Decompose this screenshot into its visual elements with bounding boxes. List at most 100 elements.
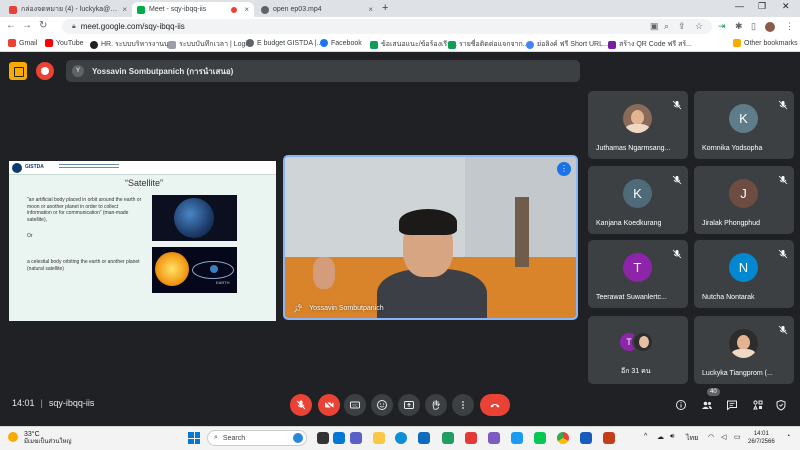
tab-video[interactable]: open ep03.mp4 × — [256, 2, 378, 17]
close-window-icon[interactable]: ✕ — [782, 1, 790, 12]
people-icon[interactable] — [700, 398, 714, 412]
task-view-icon[interactable] — [317, 432, 329, 444]
participant-tile[interactable]: J Jiralak Phongphud — [694, 166, 794, 234]
volume-icon[interactable]: ◁ — [721, 433, 726, 441]
weather-temp: 33°C — [24, 431, 40, 438]
participant-tile[interactable]: N Nutcha Nontarak — [694, 240, 794, 308]
reload-icon[interactable]: ↻ — [39, 20, 47, 31]
notification-icon[interactable]: ◔ — [786, 433, 790, 440]
more-options-icon[interactable]: ⋮ — [557, 162, 571, 176]
app-icon[interactable] — [442, 432, 454, 444]
bookmark-shorturl[interactable]: ย่อลิงค์ ฟรี Short URL... — [526, 39, 609, 50]
speaker-hand — [313, 257, 335, 289]
close-tab-icon[interactable]: × — [244, 5, 249, 14]
clock-date: 26/7/2566 — [748, 439, 775, 446]
back-icon[interactable]: ← — [6, 20, 16, 31]
new-tab-button[interactable]: + — [382, 2, 388, 14]
app-icon[interactable] — [488, 432, 500, 444]
widgets-icon[interactable] — [333, 432, 345, 444]
address-bar: ← → ↻ 🔒︎ meet.google.com/sqy-ibqq-iis ▣ … — [0, 17, 800, 37]
participant-tile[interactable]: Juthamas Ngarmsang... — [588, 91, 688, 159]
camera-toggle-button[interactable] — [318, 394, 340, 416]
sidepanel-icon[interactable]: ▯ — [751, 21, 756, 32]
host-controls-icon[interactable] — [774, 398, 788, 412]
battery-icon[interactable]: ▭ — [734, 433, 741, 441]
avatar: T — [623, 253, 652, 282]
bookmark-hr[interactable]: HR. ระบบบริหารงานบุ... — [90, 39, 174, 50]
wifi-icon[interactable]: ◠ — [708, 433, 714, 441]
raise-hand-button[interactable] — [425, 394, 447, 416]
bookmark-ebudget[interactable]: E budget GISTDA |... — [246, 39, 322, 47]
earth-caption: EARTH — [216, 280, 230, 285]
line-icon[interactable] — [534, 432, 546, 444]
tab-gmail[interactable]: กล่องจดหมาย (4) - luckyka@gistda.or.th × — [4, 2, 132, 17]
bookmark-timesheet[interactable]: ระบบบันทึกเวลา | Login — [168, 39, 251, 50]
cloud-icon[interactable]: ☁ — [657, 433, 664, 441]
present-now-button[interactable] — [398, 394, 420, 416]
taskbar-search[interactable]: ⌕ Search — [207, 430, 307, 446]
profile-avatar[interactable] — [765, 22, 775, 32]
file-explorer-icon[interactable] — [373, 432, 385, 444]
forward-icon[interactable]: → — [22, 20, 32, 31]
present-icon[interactable] — [9, 62, 27, 80]
participant-name: Jiralak Phongphud — [702, 220, 760, 227]
minimize-icon[interactable]: — — [735, 1, 744, 11]
url-field[interactable]: 🔒︎ meet.google.com/sqy-ibqq-iis — [62, 19, 712, 34]
hand-icon — [432, 400, 440, 410]
main-video-tile[interactable]: ⋮ 📌︎ Yossavin Sombutpanich — [283, 155, 578, 320]
speaker-icon[interactable]: 🔊︎ — [670, 433, 674, 441]
video-background — [515, 197, 529, 267]
clock[interactable]: 14:01 26/7/2566 — [748, 430, 775, 447]
close-tab-icon[interactable]: × — [368, 5, 373, 14]
pin-icon[interactable]: 📌︎ — [293, 304, 303, 313]
participant-name: Teerawat Suwanlertc... — [596, 294, 667, 301]
bookmark-facebook[interactable]: Facebook — [320, 39, 362, 47]
menu-icon[interactable]: ⋮ — [785, 21, 794, 32]
other-bookmarks[interactable]: Other bookmarks — [733, 39, 798, 47]
bookmark-gmail[interactable]: Gmail — [8, 39, 37, 47]
language-indicator[interactable]: ไทย — [686, 433, 698, 444]
bookmark-feedback[interactable]: ข้อเสนอแนะ/ข้อร้องเรีย... — [370, 39, 457, 50]
more-options-button[interactable] — [452, 394, 474, 416]
bookmark-youtube[interactable]: YouTube — [45, 39, 84, 47]
zoom-icon[interactable]: ⌕ — [664, 21, 669, 32]
activities-icon[interactable] — [751, 398, 765, 412]
emoji-button[interactable] — [371, 394, 393, 416]
participant-tile[interactable]: K Kornnika Yodsopha — [694, 91, 794, 159]
share-icon[interactable]: ⇪ — [678, 21, 686, 32]
puzzle-icon[interactable]: ✱ — [735, 21, 743, 32]
participant-tile[interactable]: Luckyka Tiangprom (... — [694, 316, 794, 384]
word-icon[interactable] — [580, 432, 592, 444]
teams-icon[interactable] — [350, 432, 362, 444]
others-tile[interactable]: T อีก 31 คน — [588, 316, 688, 384]
extension-icon[interactable]: ⇥ — [718, 21, 726, 32]
leave-call-button[interactable] — [480, 394, 510, 416]
edge-icon[interactable] — [395, 432, 407, 444]
close-tab-icon[interactable]: × — [122, 5, 127, 14]
captions-button[interactable]: CC — [344, 394, 366, 416]
powerpoint-icon[interactable] — [603, 432, 615, 444]
weather-widget[interactable]: 33°C มีเมฆเป็นส่วนใหญ่ — [8, 430, 72, 447]
record-icon[interactable] — [36, 62, 54, 80]
bookmark-contacts[interactable]: รายชื่อติดต่อแจกจาก... — [448, 39, 529, 50]
chrome-icon[interactable] — [557, 432, 569, 444]
tab-meet[interactable]: Meet - sqy-ibqq-iis × — [132, 2, 254, 17]
mic-off-icon — [672, 97, 682, 110]
slide-title: “Satellite” — [125, 178, 164, 188]
maximize-icon[interactable]: ❐ — [758, 1, 766, 12]
presentation-slide[interactable]: GISTDA “Satellite” “an artificial body p… — [9, 161, 276, 321]
participant-tile[interactable]: T Teerawat Suwanlertc... — [588, 240, 688, 308]
bookmark-qrcode[interactable]: สร้าง QR Code ฟรี สร้... — [608, 39, 692, 50]
participant-tile[interactable]: K Kanjana Koedkurang — [588, 166, 688, 234]
camera-icon[interactable]: ▣ — [650, 21, 659, 32]
chat-icon[interactable] — [725, 398, 739, 412]
star-icon[interactable]: ☆ — [695, 21, 703, 32]
chevron-up-icon[interactable]: ^ — [644, 433, 647, 440]
mic-toggle-button[interactable] — [290, 394, 312, 416]
app-icon[interactable] — [511, 432, 523, 444]
mcafee-icon[interactable] — [465, 432, 477, 444]
store-icon[interactable] — [418, 432, 430, 444]
meeting-details-icon[interactable] — [674, 398, 688, 412]
avatar — [729, 329, 758, 358]
windows-start-icon[interactable] — [188, 432, 200, 444]
